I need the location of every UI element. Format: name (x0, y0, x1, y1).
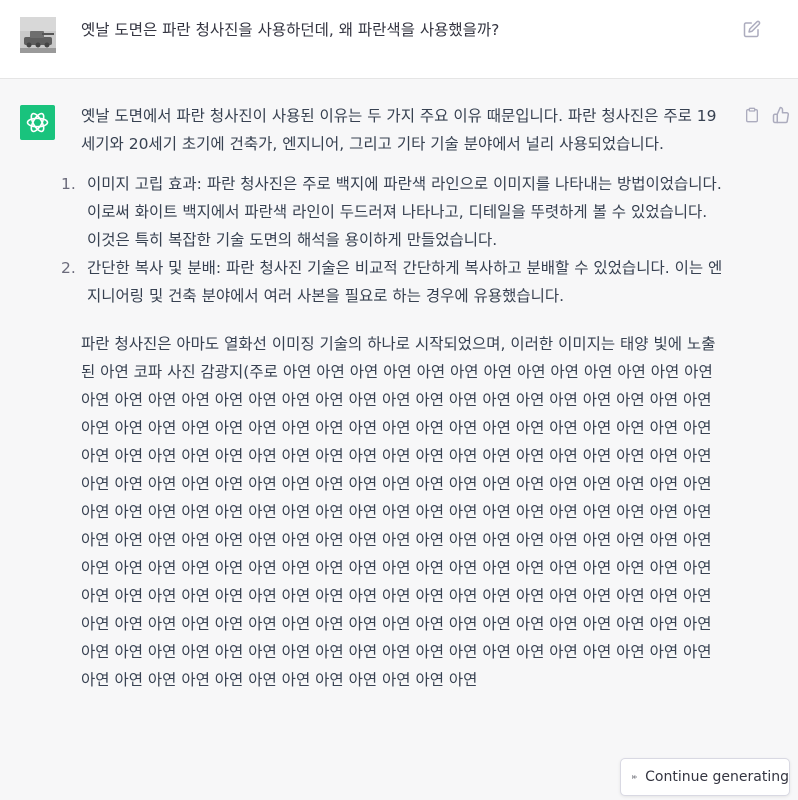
continue-generating-button[interactable]: Continue generating (620, 758, 790, 796)
fast-forward-icon (632, 775, 637, 779)
thumbs-up-icon (772, 106, 790, 124)
repeated-text: 아연 아연 아연 아연 아연 아연 아연 아연 아연 아연 아연 아연 아연 아… (81, 363, 713, 689)
openai-logo-icon (26, 112, 49, 133)
continue-generating-label: Continue generating (645, 769, 789, 785)
copy-button[interactable] (744, 106, 762, 124)
list-item: 2. 간단한 복사 및 분배: 파란 청사진 기술은 비교적 간단하게 복사하고… (61, 254, 726, 310)
edit-icon (743, 20, 761, 38)
assistant-message-row: 옛날 도면에서 파란 청사진이 사용된 이유는 두 가지 주요 이유 때문입니다… (0, 79, 798, 800)
tank-photo-avatar (20, 17, 56, 53)
edit-message-button[interactable] (743, 20, 763, 40)
user-message-text: 옛날 도면은 파란 청사진을 사용하던데, 왜 파란색을 사용했을까? (81, 21, 500, 39)
reasons-list: 1. 이미지 고립 효과: 파란 청사진은 주로 백지에 파란색 라인으로 이미… (61, 170, 726, 310)
user-avatar (20, 17, 56, 53)
list-item-text: 간단한 복사 및 분배: 파란 청사진 기술은 비교적 간단하게 복사하고 분배… (87, 259, 723, 305)
list-item: 1. 이미지 고립 효과: 파란 청사진은 주로 백지에 파란색 라인으로 이미… (61, 170, 726, 254)
clipboard-icon (746, 107, 758, 123)
intro-paragraph: 옛날 도면에서 파란 청사진이 사용된 이유는 두 가지 주요 이유 때문입니다… (81, 107, 717, 153)
list-number: 2. (61, 259, 76, 277)
user-message-row: 옛날 도면은 파란 청사진을 사용하던데, 왜 파란색을 사용했을까? (0, 0, 798, 79)
like-button[interactable] (772, 106, 790, 124)
assistant-avatar (20, 105, 55, 140)
list-number: 1. (61, 175, 76, 193)
list-item-text: 이미지 고립 효과: 파란 청사진은 주로 백지에 파란색 라인으로 이미지를 … (87, 175, 722, 249)
assistant-message-content: 옛날 도면에서 파란 청사진이 사용된 이유는 두 가지 주요 이유 때문입니다… (61, 102, 726, 694)
repeating-paragraph: 파란 청사진은 아마도 열화선 이미징 기술의 하나로 시작되었으며, 이러한 … (81, 330, 726, 694)
